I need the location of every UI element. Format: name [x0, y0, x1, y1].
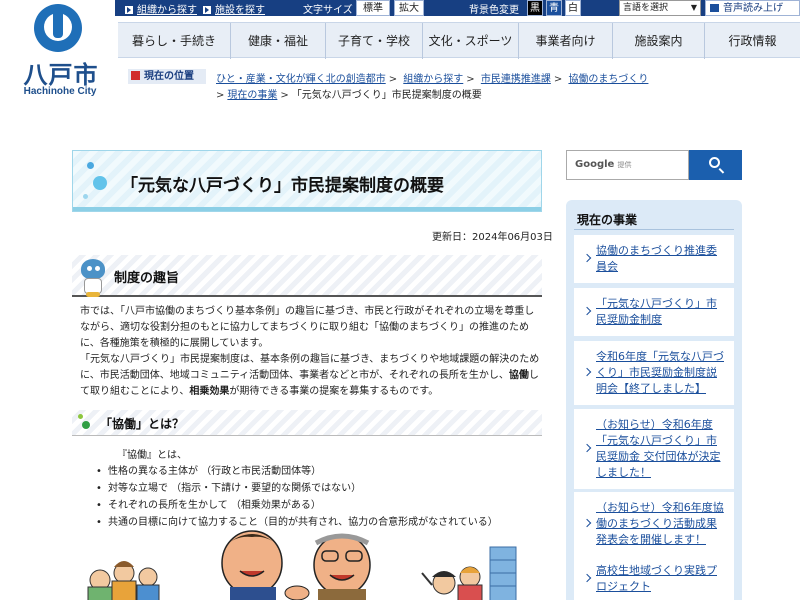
people-handshake-illustration — [87, 530, 517, 600]
collaboration-list: 性格の異なる主体が （行政と市民活動団体等） 対等な立場で （指示・下請け・要望… — [96, 463, 536, 531]
chevron-right-icon — [582, 306, 592, 316]
search-input[interactable]: Google 提供 — [566, 150, 689, 180]
nav-item-health[interactable]: 健康・福祉 — [230, 23, 325, 59]
section-heading-purpose: 制度の趣旨 — [72, 255, 542, 297]
sidebar-item[interactable]: 令和6年度「元気な八戸づくり」市民奨励金制度説明会【終了しました】 — [574, 341, 734, 405]
mascot-icon — [78, 257, 108, 297]
breadcrumb: ひと・産業・文化が輝く北の創造都市 > 組織から探す > 市民連携推進課 > 協働のま… — [216, 74, 649, 85]
logo-name-jp: 八戸市 — [23, 61, 99, 89]
sidebar-heading: 現在の事業 — [577, 213, 638, 227]
speaker-icon — [710, 4, 719, 12]
nav-item-childcare[interactable]: 子育て・学校 — [325, 23, 422, 59]
font-large-button[interactable]: 拡大 — [394, 0, 424, 16]
list-item: 性格の異なる主体が （行政と市民活動団体等） — [96, 463, 536, 480]
language-select[interactable]: 言語を選択 ▼ — [619, 0, 701, 16]
city-logo[interactable]: 八戸市 Hachinohe City — [0, 0, 115, 115]
chevron-right-icon — [582, 573, 592, 583]
section-title: 「協働」とは？ — [100, 417, 185, 431]
logo-name-en: Hachinohe City — [23, 86, 97, 97]
link-find-by-organization[interactable]: 組織から探す — [125, 1, 197, 16]
bg-black-button[interactable]: 黒 — [527, 0, 543, 16]
decor-dot — [93, 176, 107, 190]
flag-icon — [131, 71, 140, 80]
list-item: 対等な立場で （指示・下請け・要望的な関係ではない） — [96, 480, 536, 497]
arrow-icon — [203, 6, 211, 14]
city-emblem-icon — [34, 4, 82, 52]
main-nav: 暮らし・手続き 健康・福祉 子育て・学校 文化・スポーツ 事業者向け 施設案内 … — [118, 22, 800, 59]
page-title: 「元気な八戸づくり」市民提案制度の概要 — [121, 176, 444, 196]
decor-dot — [78, 414, 83, 419]
purpose-paragraph-2: 「元気な八戸づくり」市民提案制度は、基本条例の趣旨に基づき、まちづくりや地域課題… — [80, 354, 540, 397]
section-heading-collaboration: 「協働」とは？ — [72, 410, 542, 436]
site-search: Google 提供 — [566, 150, 742, 180]
breadcrumb-link[interactable]: 市民連携推進課 — [481, 74, 551, 85]
chevron-right-icon — [582, 367, 592, 377]
breadcrumb-link[interactable]: 現在の事業 — [227, 90, 277, 101]
updated-date: 更新日：2024年06月03日 — [432, 232, 553, 243]
section-title: 制度の趣旨 — [114, 271, 180, 286]
purpose-paragraph-1: 市では、「八戸市協働のまちづくり基本条例」の趣旨に基づき、市民と行政がそれぞれの… — [80, 306, 535, 349]
breadcrumb-line2: > 現在の事業 > 「元気な八戸づくり」市民提案制度の概要 — [216, 90, 482, 101]
speech-button[interactable]: 音声読み上げ — [705, 0, 800, 16]
search-icon — [709, 157, 720, 168]
nav-item-business[interactable]: 事業者向け — [518, 23, 612, 59]
chevron-right-icon — [582, 518, 592, 528]
sidebar-item[interactable]: （お知らせ）令和6年度「元気な八戸づくり」市民奨励金 交付団体が決定しました！ — [574, 409, 734, 489]
breadcrumb-link[interactable]: ひと・産業・文化が輝く北の創造都市 — [216, 74, 386, 85]
sidebar-item[interactable]: （お知らせ）令和6年度協働のまちづくり活動成果発表会を開催します！ — [574, 492, 734, 556]
breadcrumb-current: 「元気な八戸づくり」市民提案制度の概要 — [291, 90, 482, 101]
decor-dot — [82, 421, 90, 429]
nav-item-living[interactable]: 暮らし・手続き — [118, 23, 230, 59]
utility-bar: 組織から探す 施設を探す 文字サイズ 標準 拡大 背景色変更 黒 青 白 言語を… — [113, 0, 800, 16]
nav-item-facilities[interactable]: 施設案内 — [612, 23, 704, 59]
chevron-right-icon — [582, 253, 592, 263]
decor-dot — [87, 162, 94, 169]
arrow-icon — [125, 6, 133, 14]
search-button[interactable] — [689, 150, 742, 180]
chevron-right-icon — [582, 443, 592, 453]
bg-blue-button[interactable]: 青 — [546, 0, 562, 16]
font-size-label: 文字サイズ — [303, 5, 353, 16]
bg-white-button[interactable]: 白 — [565, 0, 581, 16]
breadcrumb-link[interactable]: 協働のまちづくり — [568, 74, 648, 85]
collaboration-intro: 『協働』とは、 — [117, 450, 187, 461]
page-title-box: 「元気な八戸づくり」市民提案制度の概要 — [72, 150, 542, 212]
breadcrumb-link[interactable]: 組織から探す — [403, 74, 463, 85]
nav-item-administration[interactable]: 行政情報 — [704, 23, 800, 59]
decor-dot — [83, 194, 88, 199]
sidebar-current-projects: 現在の事業 協働のまちづくり推進委員会 「元気な八戸づくり」市民奨励金制度 令和… — [566, 200, 742, 600]
collaboration-illustration — [72, 525, 542, 600]
list-item: それぞれの長所を生かして （相乗効果がある） — [96, 497, 536, 514]
bgcolor-label: 背景色変更 — [469, 5, 519, 16]
link-find-facility[interactable]: 施設を探す — [203, 1, 265, 16]
search-placeholder: Google 提供 — [575, 159, 632, 170]
sidebar-item[interactable]: 高校生地域づくり実践プロジェクト — [574, 555, 734, 600]
sidebar-item[interactable]: 協働のまちづくり推進委員会 — [574, 235, 734, 283]
current-location-badge: 現在の位置 — [128, 69, 206, 84]
chevron-down-icon: ▼ — [690, 3, 697, 12]
font-standard-button[interactable]: 標準 — [356, 0, 390, 16]
nav-item-culture[interactable]: 文化・スポーツ — [422, 23, 518, 59]
sidebar-item[interactable]: 「元気な八戸づくり」市民奨励金制度 — [574, 288, 734, 336]
